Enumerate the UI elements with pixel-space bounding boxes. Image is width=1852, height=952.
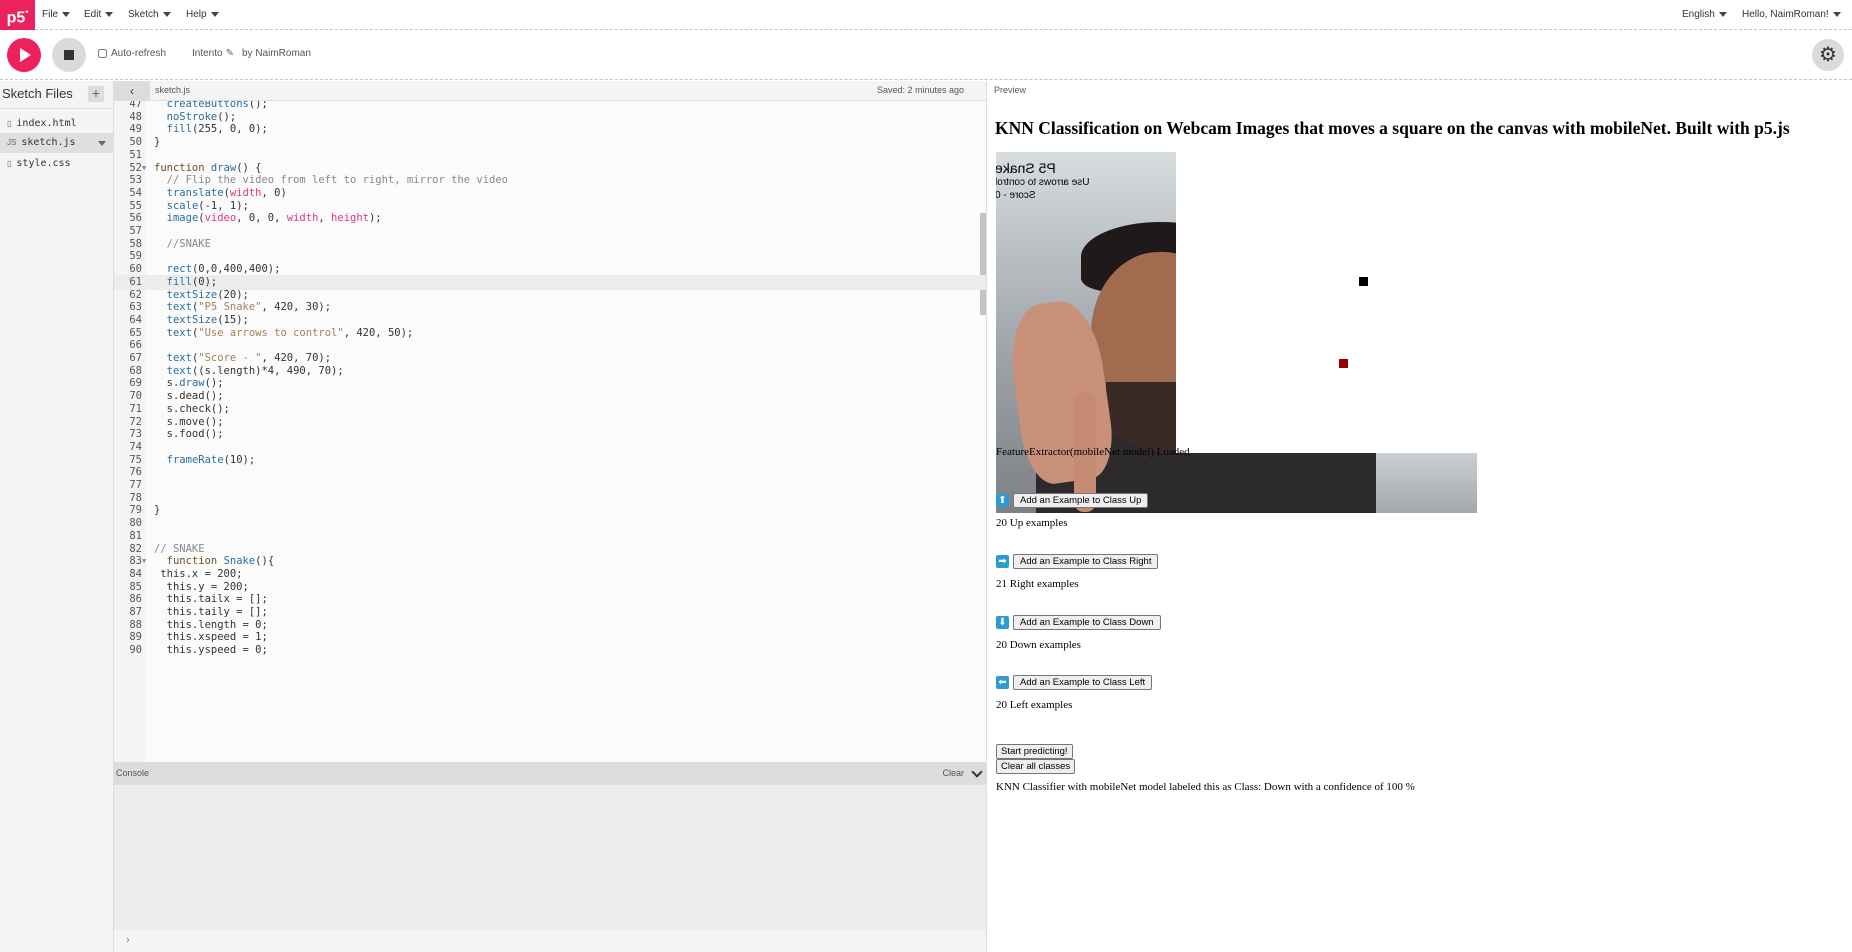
js-file-icon: JS <box>7 138 17 147</box>
console-header: Console Clear <box>114 762 986 785</box>
file-sketch-js[interactable]: JS sketch.js <box>0 133 114 153</box>
sketch-owner: by NaimRoman <box>242 48 311 59</box>
left-count: 20 Left examples <box>996 699 1073 711</box>
class-left-row: ⬅ Add an Example to Class Left <box>996 674 1153 690</box>
snake-segment <box>1359 277 1368 286</box>
prompt-icon: › <box>126 934 130 946</box>
stop-button[interactable] <box>52 38 86 72</box>
sketch-name[interactable]: Intento ✎ <box>192 48 234 59</box>
console-output <box>114 785 986 930</box>
console-clear-button[interactable]: Clear <box>942 768 964 778</box>
chevron-down-icon <box>1718 11 1727 17</box>
preview-title: KNN Classification on Webcam Images that… <box>995 118 1790 138</box>
chevron-down-icon <box>210 11 219 17</box>
sketch-canvas[interactable]: P5 Snake Use arrows to control Score - 0 <box>996 152 1477 513</box>
sidebar: Sketch Files + ▯ index.html JS sketch.js ▯… <box>0 81 114 952</box>
clear-all-classes-button[interactable]: Clear all classes <box>996 759 1076 774</box>
snake-title: P5 Snake <box>996 160 1056 176</box>
chevron-down-icon <box>62 11 71 17</box>
class-down-row: ⬇ Add an Example to Class Down <box>996 614 1161 630</box>
class-up-row: ⬆ Add an Example to Class Up <box>996 492 1149 508</box>
add-example-right-button[interactable]: Add an Example to Class Right <box>1013 553 1159 569</box>
arrow-left-icon: ⬅ <box>996 675 1009 689</box>
snake-board <box>1176 152 1477 453</box>
editor-header: ‹ sketch.js Saved: 2 minutes ago <box>114 81 986 101</box>
auto-refresh-toggle[interactable]: Auto-refresh <box>98 48 166 59</box>
model-status: FeatureExtractor(mobileNet model) Loaded <box>996 446 1190 458</box>
snake-text-mirrored: P5 Snake Use arrows to control Score - 0 <box>996 160 1160 202</box>
down-count: 20 Down examples <box>996 639 1081 651</box>
play-button[interactable] <box>7 38 41 72</box>
chevron-down-icon[interactable] <box>98 141 106 146</box>
code-line[interactable]: 90 this.yspeed = 0; <box>114 643 986 658</box>
arrow-right-icon: ➡ <box>996 554 1009 568</box>
preview-header: Preview <box>987 81 1852 101</box>
line-number: 90 <box>129 644 142 657</box>
file-icon: ▯ <box>7 119 12 128</box>
right-count: 21 Right examples <box>996 578 1079 590</box>
add-example-down-button[interactable]: Add an Example to Class Down <box>1013 614 1161 630</box>
console-title: Console <box>116 768 150 778</box>
menu-file[interactable]: File <box>42 0 71 30</box>
sidebar-title: Sketch Files <box>2 86 73 101</box>
sidebar-header: Sketch Files + <box>0 81 114 109</box>
snake-score: Score - 0 <box>996 190 1036 201</box>
code-text: this.yspeed = 0; <box>154 644 268 657</box>
top-nav: p5* File Edit Sketch Help English Hello,… <box>0 0 1852 30</box>
p5-logo[interactable]: p5* <box>0 0 35 30</box>
snake-hint: Use arrows to control <box>996 177 1090 188</box>
snake-food <box>1339 359 1348 368</box>
file-style-css[interactable]: ▯ style.css <box>0 154 114 174</box>
add-example-up-button[interactable]: Add an Example to Class Up <box>1013 492 1149 508</box>
chevron-down-icon[interactable] <box>971 766 983 778</box>
chevron-down-icon <box>105 11 114 17</box>
pencil-icon[interactable]: ✎ <box>226 48 234 59</box>
prediction-result: KNN Classifier with mobileNet model labe… <box>996 781 1415 793</box>
menu-edit[interactable]: Edit <box>84 0 114 30</box>
chevron-down-icon <box>1832 11 1841 17</box>
code-editor[interactable]: 47 createButtons(); 48 noStroke(); 49 fill… <box>114 101 986 762</box>
user-menu[interactable]: Hello, NaimRoman! <box>1742 0 1841 30</box>
language-select[interactable]: English <box>1682 0 1727 30</box>
start-predicting-button[interactable]: Start predicting! <box>996 744 1073 759</box>
arrow-down-icon: ⬇ <box>996 615 1009 629</box>
gear-icon[interactable]: ⚙ <box>1812 39 1844 71</box>
preview-label: Preview <box>994 85 1027 95</box>
preview-frame: KNN Classification on Webcam Images that… <box>987 101 1852 952</box>
arrow-up-icon: ⬆ <box>996 493 1009 507</box>
toolbar: Auto-refresh Intento ✎ by NaimRoman ⚙ <box>0 30 1852 80</box>
saved-status: Saved: 2 minutes ago <box>876 85 964 95</box>
chevron-down-icon <box>162 11 171 17</box>
file-icon: ▯ <box>7 159 12 168</box>
menu-sketch[interactable]: Sketch <box>128 0 171 30</box>
file-index-html[interactable]: ▯ index.html <box>0 114 114 134</box>
collapse-sidebar-button[interactable]: ‹ <box>114 81 150 101</box>
up-count: 20 Up examples <box>996 517 1068 529</box>
console-input[interactable]: › <box>114 930 986 952</box>
class-right-row: ➡ Add an Example to Class Right <box>996 553 1159 569</box>
editor-file-tab: sketch.js <box>155 85 191 95</box>
add-file-button[interactable]: + <box>88 86 104 102</box>
auto-refresh-checkbox[interactable] <box>98 49 107 58</box>
add-example-left-button[interactable]: Add an Example to Class Left <box>1013 674 1153 690</box>
menu-help[interactable]: Help <box>186 0 219 30</box>
